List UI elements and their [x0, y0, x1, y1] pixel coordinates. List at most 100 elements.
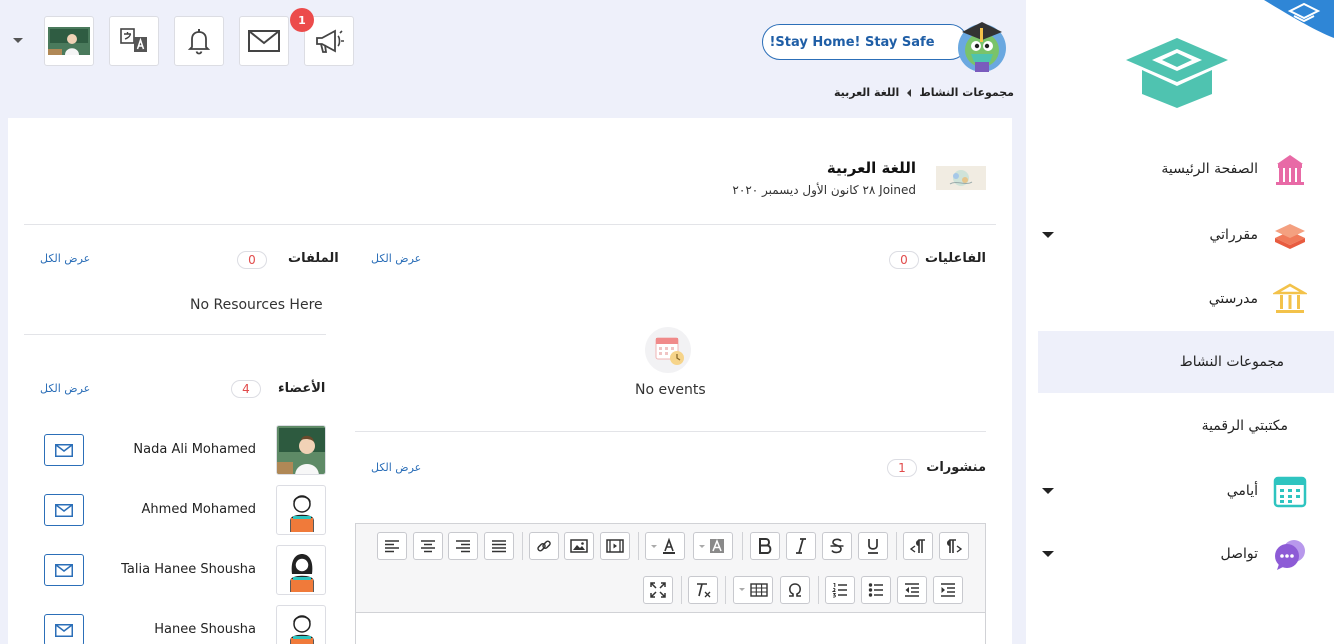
align-justify-button[interactable] — [484, 532, 514, 560]
member-row: Nada Ali Mohamed — [44, 425, 326, 475]
special-character-button[interactable] — [780, 576, 810, 604]
align-center-button[interactable] — [413, 532, 443, 560]
image-icon — [570, 539, 588, 553]
italic-button[interactable] — [786, 532, 816, 560]
member-name[interactable]: Hanee Shousha — [154, 622, 256, 637]
files-count-badge: 0 — [237, 251, 267, 269]
sidebar-item-my-days[interactable]: أيامي — [1038, 460, 1334, 522]
sidebar-item-communicate[interactable]: تواصل — [1038, 523, 1334, 585]
underline-button[interactable] — [858, 532, 888, 560]
language-button[interactable] — [109, 16, 159, 66]
bold-button[interactable] — [750, 532, 780, 560]
posts-title: منشورات — [926, 460, 986, 475]
envelope-icon — [55, 443, 73, 457]
insert-table-button[interactable] — [733, 576, 773, 604]
teacher-photo-avatar[interactable] — [276, 425, 326, 475]
sidebar-item-label: تواصل — [1220, 546, 1258, 562]
ordered-list-button[interactable] — [825, 576, 855, 604]
sidebar-item-home[interactable]: الصفحة الرئيسية — [1038, 138, 1334, 200]
chevron-down-icon[interactable] — [1042, 232, 1054, 238]
files-title: الملفات — [288, 251, 339, 266]
envelope-icon — [55, 563, 73, 577]
strikethrough-icon — [830, 538, 844, 554]
sidebar-item-label: مقرراتي — [1209, 227, 1258, 243]
post-editor-content-area[interactable] — [356, 612, 985, 644]
toolbar-separator — [725, 576, 726, 604]
strikethrough-button[interactable] — [822, 532, 852, 560]
breadcrumb: مجموعات النشاط اللغة العربية — [834, 86, 1014, 99]
books-stack-icon — [1272, 217, 1308, 253]
insert-video-button[interactable] — [600, 532, 630, 560]
background-color-button[interactable] — [693, 532, 733, 560]
toolbar-separator — [818, 576, 819, 604]
sidebar-item-courses[interactable]: مقرراتي — [1038, 204, 1334, 266]
member-row: Ahmed Mohamed — [44, 485, 326, 535]
mascot-icon — [958, 22, 1006, 72]
align-left-icon — [385, 540, 399, 553]
fullscreen-button[interactable] — [643, 576, 673, 604]
message-member-button[interactable] — [44, 554, 84, 586]
clear-formatting-button[interactable] — [688, 576, 718, 604]
bold-icon — [759, 538, 772, 554]
insert-link-button[interactable] — [529, 532, 559, 560]
stay-home-banner-button[interactable]: !Stay Home! Stay Safe — [762, 24, 968, 60]
members-title: الأعضاء — [278, 381, 326, 396]
paragraph-rtl-button[interactable] — [903, 532, 933, 560]
omega-icon — [789, 583, 801, 597]
events-count-badge: 0 — [889, 251, 919, 269]
files-empty-text: No Resources Here — [190, 297, 323, 313]
translate-icon — [120, 28, 147, 52]
sidebar-item-digital-library[interactable]: مكتبتي الرقمية — [1038, 395, 1334, 457]
joined-label: Joined — [879, 183, 916, 197]
insert-image-button[interactable] — [564, 532, 594, 560]
members-view-all-link[interactable]: عرض الكل — [40, 382, 90, 395]
sidebar-item-activity-groups[interactable]: مجموعات النشاط — [1038, 331, 1334, 393]
toolbar-separator — [742, 532, 743, 560]
message-member-button[interactable] — [44, 494, 84, 526]
paragraph-ltr-button[interactable] — [939, 532, 969, 560]
avatar — [48, 27, 90, 55]
breadcrumb-current: اللغة العربية — [833, 86, 900, 99]
toolbar-separator — [522, 532, 523, 560]
text-color-button[interactable] — [645, 532, 685, 560]
message-member-button[interactable] — [44, 614, 84, 644]
member-row: Talia Hanee Shousha — [44, 545, 326, 595]
align-right-button[interactable] — [448, 532, 478, 560]
outdent-button[interactable] — [897, 576, 927, 604]
notifications-button[interactable] — [174, 16, 224, 66]
sidebar-item-label: مجموعات النشاط — [1179, 354, 1284, 370]
boy-avatar[interactable] — [276, 605, 326, 644]
events-view-all-link[interactable]: عرض الكل — [371, 252, 421, 265]
files-view-all-link[interactable]: عرض الكل — [40, 252, 90, 265]
member-name[interactable]: Nada Ali Mohamed — [133, 442, 256, 457]
member-name[interactable]: Ahmed Mohamed — [142, 502, 256, 517]
toolbar-separator — [896, 532, 897, 560]
profile-avatar-button[interactable] — [44, 16, 94, 66]
members-count-badge: 4 — [231, 380, 261, 398]
clear-formatting-icon — [697, 583, 711, 598]
chat-bubbles-icon — [1272, 536, 1308, 572]
sidebar-item-label: مدرستي — [1208, 291, 1258, 307]
chevron-down-icon[interactable] — [1042, 551, 1054, 557]
messages-button[interactable] — [239, 16, 289, 66]
institution-columns-icon — [1272, 281, 1308, 317]
bullet-list-button[interactable] — [861, 576, 891, 604]
member-name[interactable]: Talia Hanee Shousha — [121, 562, 256, 577]
girl-avatar[interactable] — [276, 545, 326, 595]
message-member-button[interactable] — [44, 434, 84, 466]
table-icon — [739, 583, 768, 597]
profile-menu-chevron-icon[interactable] — [13, 38, 23, 43]
sidebar-item-label: مكتبتي الرقمية — [1201, 418, 1288, 434]
envelope-icon — [248, 30, 280, 52]
breadcrumb-parent-link[interactable]: مجموعات النشاط — [919, 86, 1014, 99]
chevron-down-icon[interactable] — [1042, 488, 1054, 494]
bullet-list-icon — [868, 583, 883, 597]
sidebar-item-my-school[interactable]: مدرستي — [1038, 268, 1334, 330]
posts-view-all-link[interactable]: عرض الكل — [371, 461, 421, 474]
joined-date: ٢٨ كانون الأول ديسمبر ٢٠٢٠ — [732, 183, 876, 197]
boy-avatar[interactable] — [276, 485, 326, 535]
indent-button[interactable] — [933, 576, 963, 604]
group-joined-date: ٢٨ كانون الأول ديسمبر ٢٠٢٠ Joined — [732, 183, 916, 197]
envelope-icon — [55, 623, 73, 637]
align-left-button[interactable] — [377, 532, 407, 560]
